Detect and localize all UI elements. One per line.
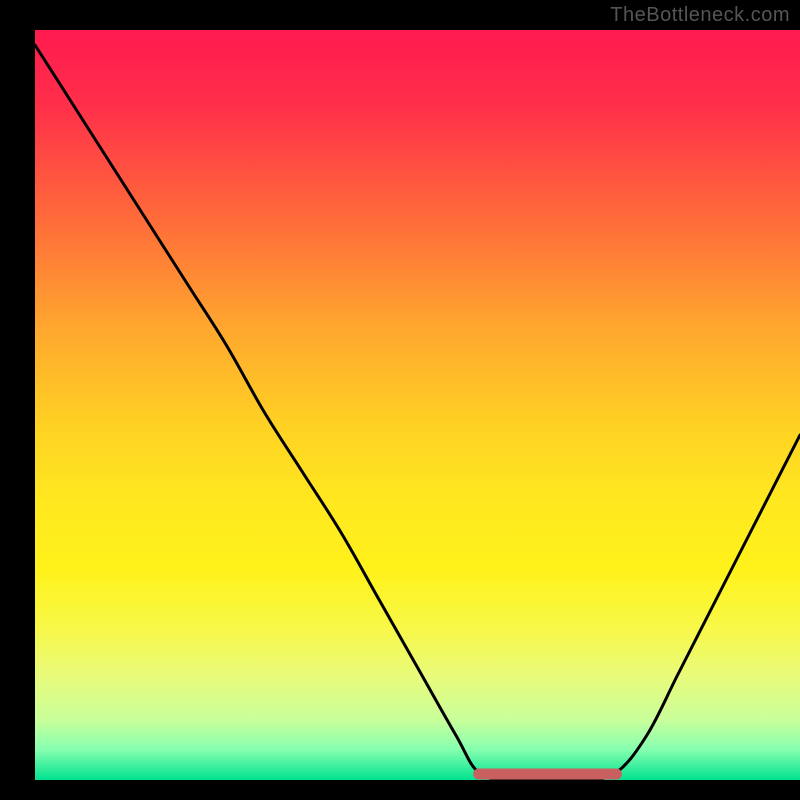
chart-plot-area <box>35 30 800 780</box>
bottleneck-curve <box>35 45 800 780</box>
bottleneck-curve-svg <box>35 30 800 780</box>
attribution-text: TheBottleneck.com <box>610 4 790 27</box>
